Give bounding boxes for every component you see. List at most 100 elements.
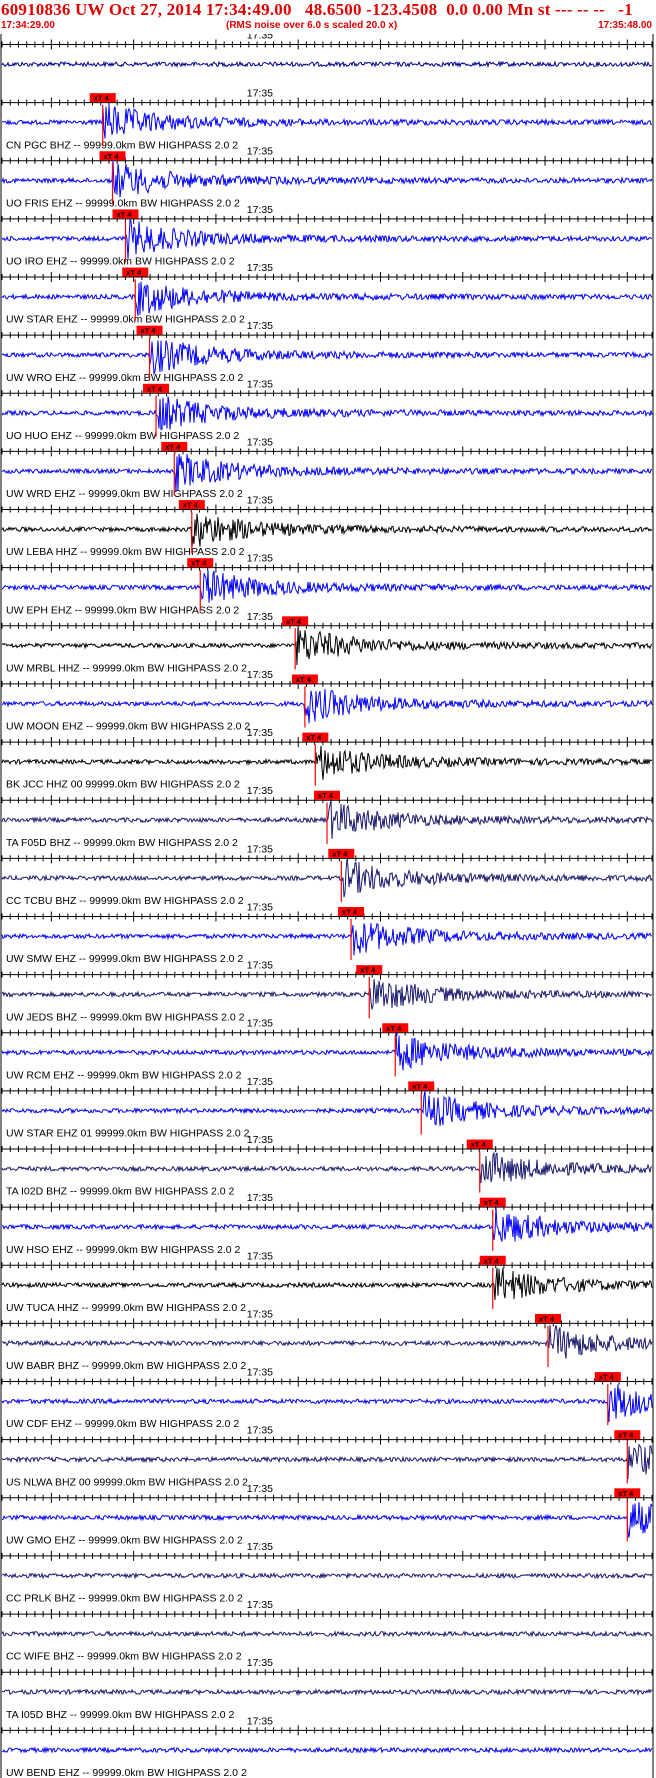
waveform — [1, 745, 653, 780]
waveform — [1, 1090, 653, 1126]
trace-24: 17:35 US NLWA BHZ 00 99999.0km BW HIGHPAS… — [1, 1425, 653, 1488]
waveform — [1, 570, 653, 603]
station-label: TA I02D BHZ -- 99999.0km BW HIGHPASS 2.0… — [6, 1186, 235, 1198]
trace-16: 17:35 UW JEDS BHZ -- 99999.0km BW HIGHPAS… — [1, 960, 653, 1023]
waveform — [1, 1032, 653, 1071]
axis-tick-label: 17:35 — [247, 1308, 273, 1320]
trace-22: 17:35 UW BABR BHZ -- 99999.0km BW HIGHPAS… — [1, 1308, 653, 1372]
pick-label: xT 4 — [141, 326, 157, 335]
station-label: UW STAR EHZ 01 99999.0km BW HIGHPASS 2.0… — [6, 1128, 250, 1140]
trace-1: 17:35 CN PGC BHZ -- 99999.0km BW HIGHPASS… — [1, 88, 653, 151]
record-header: 60910836 UW Oct 27, 2014 17:34:49.00 48.… — [0, 0, 656, 34]
axis-tick-label: 17:35 — [247, 204, 273, 216]
axis-tick-label: 17:35 — [247, 727, 273, 739]
waveform — [1, 104, 653, 139]
station-label: UW EPH EHZ -- 99999.0km BW HIGHPASS 2.0 … — [6, 604, 239, 616]
waveform — [1, 979, 653, 1010]
axis-tick-label: 17:35 — [247, 320, 273, 332]
axis-tick-label: 17:35 — [247, 378, 273, 390]
waveform — [1, 1629, 653, 1638]
axis-tick-label: 17:35 — [247, 553, 273, 565]
trace-19: 17:35 TA I02D BHZ -- 99999.0km BW HIGHPAS… — [1, 1134, 653, 1198]
waveform — [1, 1384, 653, 1423]
pick-label: xT 4 — [183, 501, 199, 510]
waveform — [1, 689, 653, 724]
waveform — [1, 1207, 653, 1242]
station-label: UW BEND EHZ -- 99999.0km BW HIGHPASS 2.0… — [6, 1767, 247, 1778]
waveform — [1, 1746, 653, 1754]
station-label: UW HSO EHZ -- 99999.0km BW HIGHPASS 2.0 … — [6, 1244, 241, 1256]
trace-21: 17:35 UW TUCA HHZ -- 99999.0km BW HIGHPAS… — [1, 1250, 653, 1314]
station-label: UW CDF EHZ -- 99999.0km BW HIGHPASS 2.0 … — [6, 1418, 239, 1430]
pick-label: xT 4 — [618, 1431, 634, 1440]
axis-tick-label: 17:35 — [247, 901, 273, 913]
axis-tick-label: 17:35 — [247, 1018, 273, 1030]
axis-tick-label: 17:35 — [247, 1483, 273, 1495]
station-label: TA I05D BHZ -- 99999.0km BW HIGHPASS 2.0… — [6, 1709, 235, 1721]
trace-7: 17:35 UW WRD EHZ -- 99999.0km BW HIGHPASS… — [1, 436, 653, 500]
pick-label: xT 4 — [286, 617, 302, 626]
trace-20: 17:35 UW HSO EHZ -- 99999.0km BW HIGHPASS… — [1, 1192, 653, 1256]
station-label: UW SMW EHZ -- 99999.0km BW HIGHPASS 2.0 … — [6, 953, 243, 965]
pick-label: xT 4 — [318, 791, 334, 800]
pick-label: xT 4 — [484, 1256, 500, 1265]
trace-17: 17:35 UW RCM EHZ -- 99999.0km BW HIGHPASS… — [1, 1018, 653, 1081]
trace-27: 17:35 CC WIFE BHZ -- 99999.0km BW HIGHPAS… — [1, 1599, 653, 1663]
station-label: UW JEDS BHZ -- 99999.0km BW HIGHPASS 2.0… — [6, 1011, 245, 1023]
axis-tick-label: 17:35 — [247, 1367, 273, 1379]
pick-label: xT 4 — [412, 1082, 428, 1091]
pick-label: xT 4 — [191, 559, 207, 568]
axis-tick-label: 17:35 — [247, 960, 273, 972]
pick-label: xT 4 — [599, 1373, 615, 1382]
trace-5: 17:35 UW WRO EHZ -- 99999.0km BW HIGHPASS… — [1, 320, 653, 384]
event-title: 60910836 UW Oct 27, 2014 17:34:49.00 48.… — [1, 0, 633, 19]
axis-tick-label: 17:35 — [247, 611, 273, 623]
station-label: UO FRIS EHZ -- 99999.0km BW HIGHPASS 2.0… — [6, 197, 240, 209]
axis-tick-label: 17:35 — [247, 88, 273, 100]
end-time: 17:35:48.00 — [598, 20, 652, 31]
station-label: CC WIFE BHZ -- 99999.0km BW HIGHPASS 2.0… — [6, 1651, 242, 1663]
axis-tick-label: 17:35 — [247, 669, 273, 681]
trace-18: 17:35 UW STAR EHZ 01 99999.0km BW HIGHPAS… — [1, 1076, 653, 1140]
trace-9: 17:35 UW EPH EHZ -- 99999.0km BW HIGHPASS… — [1, 553, 653, 616]
trace-14: 17:35 CC TCBU BHZ -- 99999.0km BW HIGHPAS… — [1, 843, 653, 907]
axis-tick-label: 17:35 — [247, 34, 273, 41]
axis-tick-label: 17:35 — [247, 1250, 273, 1262]
axis-tick-label: 17:35 — [247, 1715, 273, 1727]
axis-tick-label: 17:35 — [247, 495, 273, 507]
pick-label: xT 4 — [94, 94, 110, 103]
waveform — [1, 627, 653, 666]
station-label: UO HUO EHZ -- 99999.0km BW HIGHPASS 2.0 … — [6, 430, 239, 442]
waveform — [1, 160, 653, 198]
trace-25: 17:35 UW GMO EHZ -- 99999.0km BW HIGHPASS… — [1, 1483, 653, 1546]
axis-tick-label: 17:35 — [247, 1599, 273, 1611]
axis-tick-label: 17:35 — [247, 436, 273, 448]
waveform — [1, 1325, 653, 1359]
trace-28: 17:35 TA I05D BHZ -- 99999.0km BW HIGHPAS… — [1, 1657, 653, 1721]
station-label: UO IRO EHZ -- 99999.0km BW HIGHPASS 2.0 … — [6, 256, 235, 268]
axis-tick-label: 17:35 — [247, 1134, 273, 1146]
trace-13: 17:35 TA F05D BHZ -- 99999.0km BW HIGHPAS… — [1, 785, 653, 849]
station-label: UW RCM EHZ -- 99999.0km BW HIGHPASS 2.0 … — [6, 1069, 242, 1081]
station-label: UW BABR BHZ -- 99999.0km BW HIGHPASS 2.0… — [6, 1360, 246, 1372]
noise-note: (RMS noise over 6.0 s scaled 20.0 x) — [226, 20, 398, 31]
station-label: CC TCBU BHZ -- 99999.0km BW HIGHPASS 2.0… — [6, 895, 244, 907]
seismogram-plot: 17:35 17:35 CN PGC BHZ -- 99999.0km BW HIG… — [0, 34, 654, 1778]
waveform — [1, 60, 653, 69]
trace-12: 17:35 BK JCC HHZ 00 99999.0km BW HIGHPASS… — [1, 727, 653, 791]
waveform — [1, 1151, 653, 1184]
trace-26: 17:35 CC PRLK BHZ -- 99999.0km BW HIGHPAS… — [1, 1541, 653, 1605]
waveform — [1, 513, 653, 548]
axis-tick-label: 17:35 — [247, 262, 273, 274]
trace-3: 17:35 UO IRO EHZ -- 99999.0km BW HIGHPASS… — [1, 204, 653, 268]
waveform — [1, 859, 653, 898]
axis-tick-label: 17:35 — [247, 1192, 273, 1204]
station-label: UW STAR EHZ -- 99999.0km BW HIGHPASS 2.0… — [6, 314, 245, 326]
trace-10: 17:35 UW MRBL HHZ -- 99999.0km BW HIGHPAS… — [1, 611, 653, 674]
trace-11: 17:35 UW MOON EHZ -- 99999.0km BW HIGHPAS… — [1, 669, 653, 733]
pick-label: xT 4 — [386, 1024, 402, 1033]
pick-label: xT 4 — [342, 908, 358, 917]
start-time: 17:34:29.00 — [1, 20, 55, 31]
pick-label: xT 4 — [296, 675, 312, 684]
waveform — [1, 1688, 653, 1697]
